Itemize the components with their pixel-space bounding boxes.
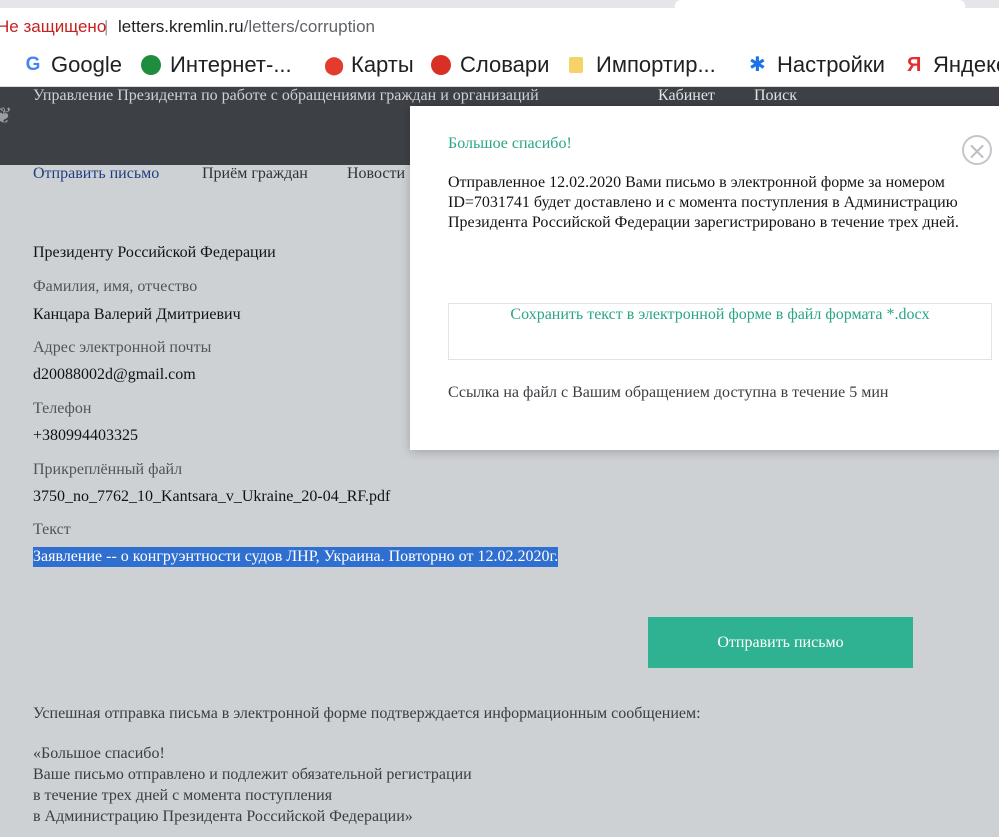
email-label: Адрес электронной почты	[33, 339, 212, 356]
phone-value: +380994403325	[33, 427, 139, 444]
active-tab[interactable]	[675, 0, 965, 8]
bookmark-internet-label: Интернет-...	[170, 52, 292, 77]
search-link[interactable]: Поиск	[754, 87, 797, 105]
site-title: Управление Президента по работе с обраще…	[33, 87, 539, 104]
bookmark-import-label: Импортир...	[596, 52, 716, 77]
bookmark-google[interactable]: G Google	[23, 46, 133, 86]
thank-you-dialog: Большое спасибо! × Отправленное 12.02.20…	[410, 106, 999, 450]
quote-line-4: в Администрацию Президента Российской Фе…	[33, 808, 413, 825]
bookmark-settings[interactable]: ✱ Настройки	[749, 46, 894, 86]
attached-file[interactable]: 3750_no_7762_10_Kantsara_v_Ukraine_20-04…	[33, 487, 390, 507]
insecure-warning[interactable]: Не защищено	[0, 8, 106, 46]
close-icon[interactable]: ×	[962, 135, 992, 165]
dialog-message: Отправленное 12.02.2020 Вами письмо в эл…	[448, 174, 959, 231]
confirmation-info: Успешная отправка письма в электронной ф…	[33, 705, 701, 722]
menu-news[interactable]: Новости	[347, 164, 405, 184]
bookmark-google-label: Google	[51, 52, 122, 77]
bookmark-maps[interactable]: ⬤ Карты	[324, 46, 419, 86]
address-bar[interactable]: Не защищено | letters.kremlin.ru/letters…	[0, 8, 999, 46]
url-text[interactable]: letters.kremlin.ru/letters/corruption	[118, 8, 375, 46]
phone-label: Телефон	[33, 400, 92, 417]
quote-line-2: Ваше письмо отправлено и подлежит обязат…	[33, 766, 472, 783]
docx-download-box: Сохранить текст в электронной форме в фа…	[448, 303, 992, 360]
menu-reception[interactable]: Приём граждан	[202, 164, 308, 184]
emblem-icon: ❦	[0, 103, 13, 128]
quote-line-1: «Большое спасибо!	[33, 745, 165, 762]
name-value: Канцара Валерий Дмитриевич	[33, 306, 241, 323]
dialog-title: Большое спасибо!	[448, 135, 572, 152]
quote-line-3: в течение трех дней с момента поступлени…	[33, 787, 333, 804]
email-value: d20088002d@gmail.com	[33, 366, 196, 383]
gear-icon: ✱	[749, 54, 766, 76]
internet-icon	[141, 55, 161, 75]
recipient: Президенту Российской Федерации	[33, 244, 276, 261]
bookmark-yandex[interactable]: Я Яндекс	[907, 46, 999, 86]
url-host: letters.kremlin.ru	[118, 17, 244, 36]
bookmark-import[interactable]: Импортир...	[569, 46, 729, 86]
docx-download-link[interactable]: Сохранить текст в электронной форме в фа…	[449, 304, 991, 326]
google-icon: G	[25, 54, 41, 75]
bookmark-maps-label: Карты	[351, 52, 414, 77]
maps-pin-icon: ⬤	[324, 55, 345, 75]
letter-text[interactable]: Заявление -- о конгруэнтности судов ЛНР,…	[33, 547, 559, 567]
text-label: Текст	[33, 521, 71, 538]
address-separator: |	[104, 17, 109, 36]
dictionary-icon	[431, 55, 451, 75]
bookmark-app[interactable]: a	[0, 46, 6, 86]
file-label: Прикреплённый файл	[33, 461, 183, 478]
folder-icon	[569, 57, 583, 73]
bookmark-internet[interactable]: Интернет-...	[141, 46, 306, 86]
yandex-icon: Я	[907, 54, 922, 76]
url-path: /letters/corruption	[243, 17, 375, 36]
bookmark-yandex-label: Яндекс	[933, 52, 999, 77]
name-label: Фамилия, имя, отчество	[33, 278, 198, 295]
link-availability-note: Ссылка на файл с Вашим обращением доступ…	[448, 384, 889, 401]
bookmark-dictionary[interactable]: Словари	[431, 46, 556, 86]
tab-strip	[0, 0, 999, 8]
cabinet-link[interactable]: Кабинет	[658, 87, 715, 105]
bookmark-settings-label: Настройки	[777, 52, 885, 77]
bookmark-dictionary-label: Словари	[460, 52, 550, 77]
app-icon: a	[0, 55, 6, 75]
bookmarks-bar: a G Google Интернет-... ⬤ Карты Словари …	[0, 46, 999, 87]
send-letter-button[interactable]: Отправить письмо	[648, 617, 913, 668]
menu-send-letter[interactable]: Отправить письмо	[33, 164, 159, 184]
